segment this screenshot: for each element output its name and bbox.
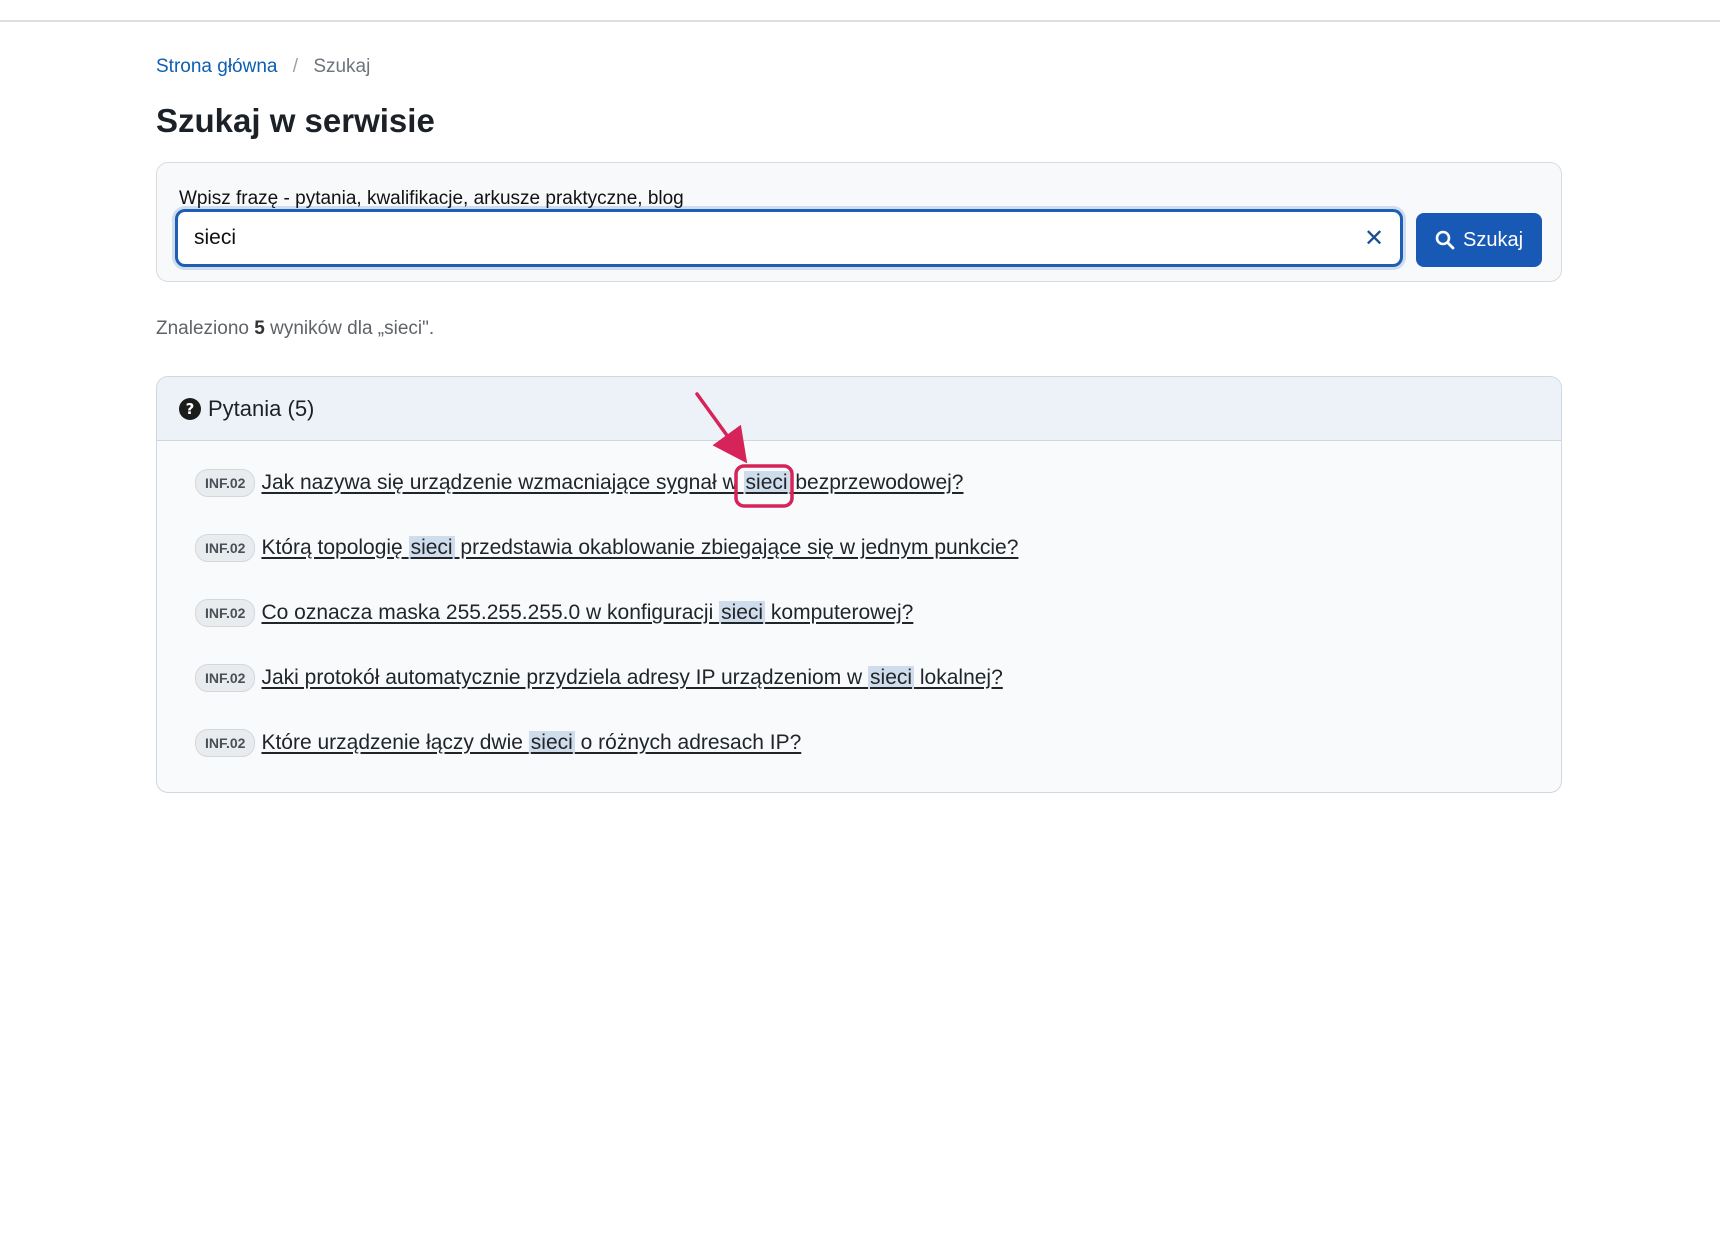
result-item: INF.02 Którą topologię sieci przedstawia… [195, 532, 1018, 564]
qualification-badge: INF.02 [195, 534, 256, 562]
question-circle-icon: ? [179, 398, 201, 420]
result-text-before: Którą topologię [261, 536, 409, 559]
search-match-highlight: sieci [719, 601, 766, 624]
summary-prefix: Znaleziono [156, 318, 255, 339]
results-summary: Znaleziono 5 wyników dla „sieci". [156, 318, 434, 340]
results-count: 5 [254, 318, 265, 339]
clear-search-button[interactable]: ✕ [1360, 224, 1388, 252]
search-icon [1435, 230, 1455, 250]
search-match-highlight: sieci [408, 536, 455, 559]
result-text-after: przedstawia okablowanie zbiegające się w… [454, 536, 1019, 559]
search-label: Wpisz frazę - pytania, kwalifikacje, ark… [179, 188, 684, 209]
result-text-after: o różnych adresach IP? [574, 731, 802, 754]
result-text-after: lokalnej? [914, 666, 1003, 689]
result-text-after: bezprzewodowej? [789, 471, 964, 494]
result-link[interactable]: Co oznacza maska 255.255.255.0 w konfigu… [257, 601, 913, 625]
results-title: Pytania (5) [208, 396, 315, 421]
search-match-highlight: sieci [743, 471, 790, 494]
page-title: Szukaj w serwisie [156, 102, 435, 139]
breadcrumb-separator: / [292, 56, 299, 77]
qualification-badge: INF.02 [195, 469, 256, 497]
search-button-label: Szukaj [1462, 228, 1524, 251]
results-card: ? Pytania (5) INF.02 Jak nazywa się urzą… [156, 376, 1562, 793]
result-item: INF.02 Które urządzenie łączy dwie sieci… [195, 727, 801, 759]
breadcrumb-current: Szukaj [313, 56, 371, 77]
summary-suffix: wyników dla „sieci". [264, 318, 435, 339]
result-item: INF.02 Jaki protokół automatycznie przyd… [195, 662, 1003, 694]
top-bar [0, 0, 1720, 22]
result-text-after: komputerowej? [765, 601, 914, 624]
search-match-highlight: sieci [528, 731, 575, 754]
breadcrumb-home-link[interactable]: Strona główna [156, 56, 277, 77]
breadcrumb: Strona główna / Szukaj [156, 56, 370, 78]
result-link[interactable]: Jak nazywa się urządzenie wzmacniające s… [257, 471, 963, 495]
result-text-before: Które urządzenie łączy dwie [261, 731, 529, 754]
search-input-wrapper: ✕ [175, 209, 1403, 267]
result-text-before: Co oznacza maska 255.255.255.0 w konfigu… [261, 601, 720, 624]
result-link[interactable]: Którą topologię sieci przedstawia okablo… [257, 536, 1018, 560]
result-link[interactable]: Jaki protokół automatycznie przydziela a… [257, 666, 1003, 690]
result-text-before: Jak nazywa się urządzenie wzmacniające s… [261, 471, 744, 494]
result-text-before: Jaki protokół automatycznie przydziela a… [261, 666, 869, 689]
search-match-highlight: sieci [868, 666, 915, 689]
qualification-badge: INF.02 [195, 599, 256, 627]
qualification-badge: INF.02 [195, 664, 256, 692]
result-link[interactable]: Które urządzenie łączy dwie sieci o różn… [257, 731, 801, 755]
search-form: Wpisz frazę - pytania, kwalifikacje, ark… [156, 162, 1562, 282]
results-header: ? Pytania (5) [157, 377, 1561, 441]
result-item: INF.02 Co oznacza maska 255.255.255.0 w … [195, 597, 913, 629]
qualification-badge: INF.02 [195, 729, 256, 757]
search-input[interactable] [194, 212, 1344, 264]
search-button[interactable]: Szukaj [1416, 213, 1542, 267]
result-item: INF.02 Jak nazywa się urządzenie wzmacni… [195, 467, 963, 499]
close-icon: ✕ [1363, 224, 1385, 252]
